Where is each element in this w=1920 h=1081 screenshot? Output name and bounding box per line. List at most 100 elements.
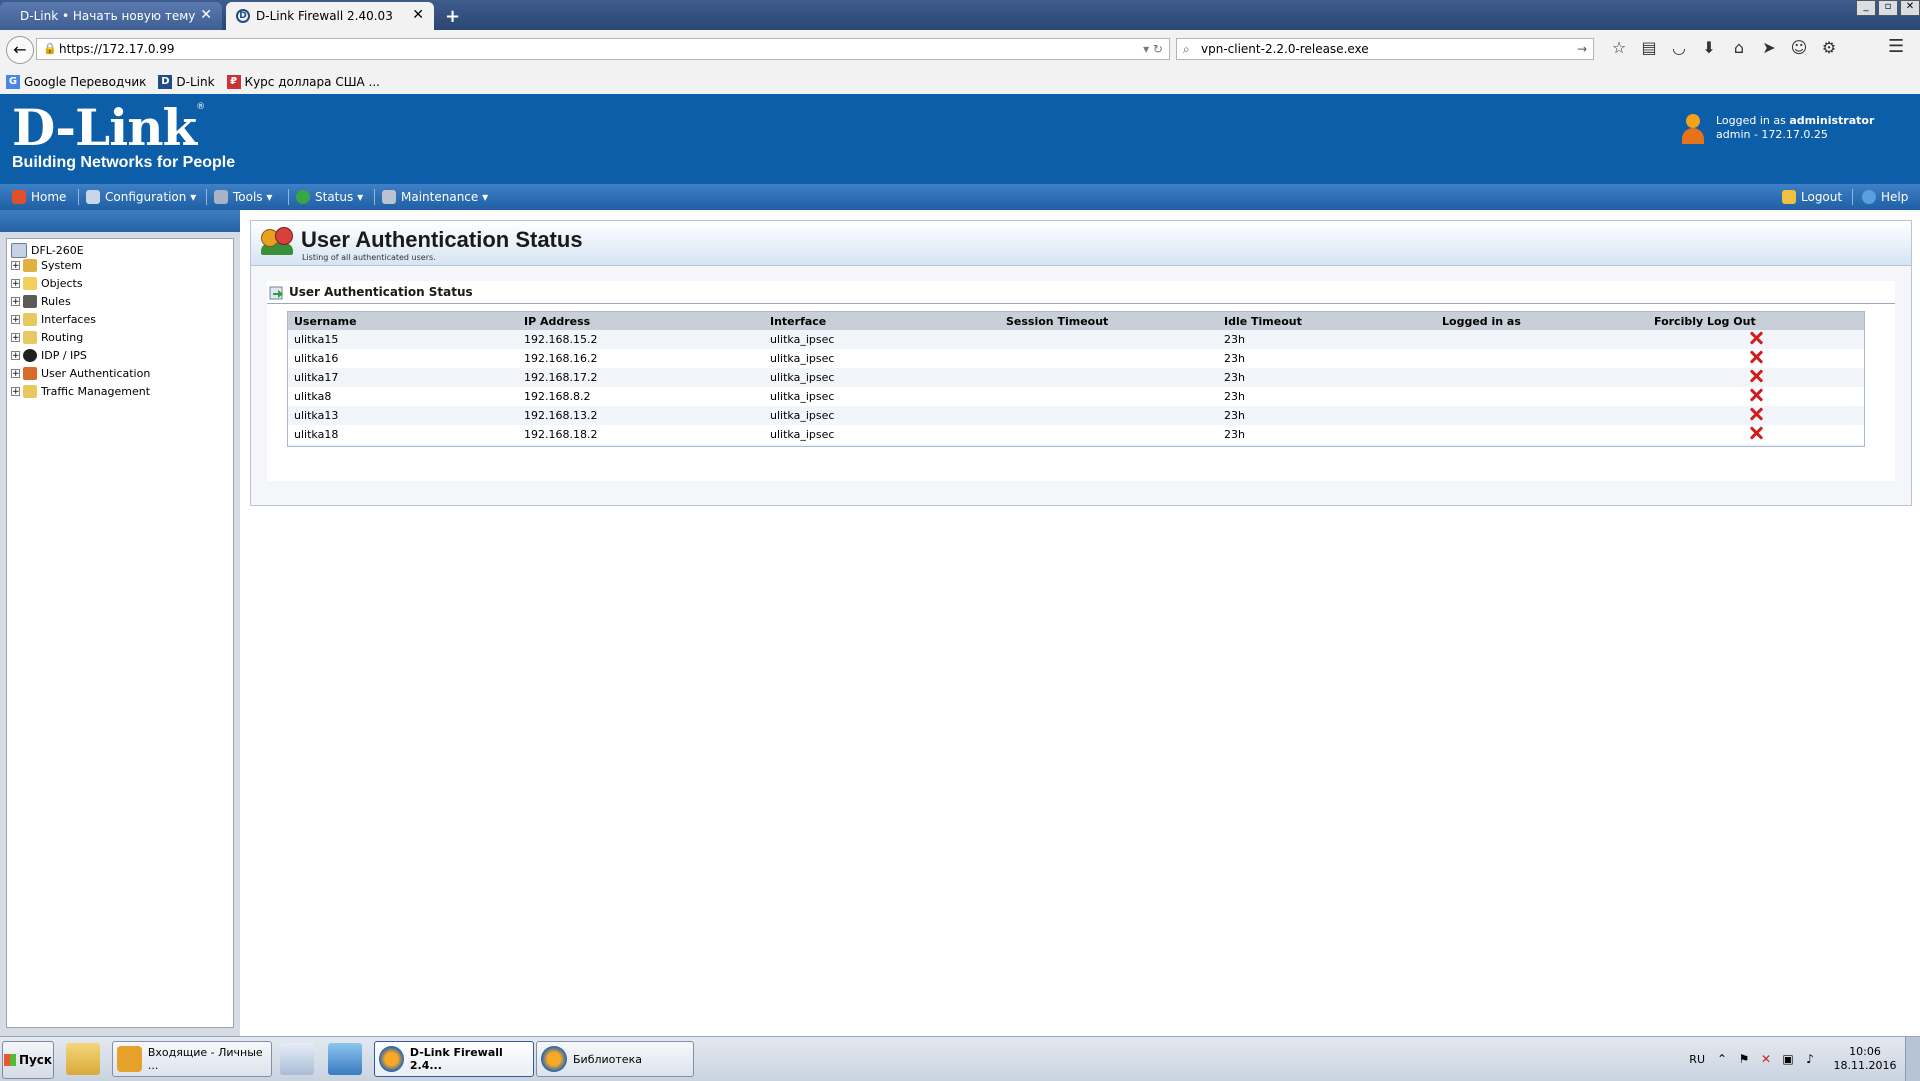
column-header[interactable]: Forcibly Log Out [1648, 312, 1864, 330]
logo-tagline: Building Networks for People [12, 154, 236, 171]
search-go-icon[interactable]: → [1577, 39, 1587, 59]
force-logout-icon[interactable] [1748, 349, 1764, 365]
expand-icon[interactable]: + [11, 369, 20, 379]
expand-icon[interactable]: + [11, 387, 20, 397]
new-tab-button[interactable]: + [445, 6, 460, 27]
expand-icon[interactable]: + [11, 315, 20, 325]
expand-icon[interactable]: + [11, 351, 20, 361]
force-logout-icon[interactable] [1748, 425, 1764, 441]
menu-logout[interactable]: Logout [1782, 184, 1842, 210]
network-icon[interactable]: ▣ [1781, 1052, 1795, 1066]
expand-icon[interactable]: + [11, 297, 20, 307]
task-library[interactable]: Библиотека [536, 1041, 694, 1077]
flag-icon[interactable]: ⚑ [1737, 1052, 1751, 1066]
tray-expand-icon[interactable]: ⌃ [1715, 1052, 1729, 1066]
remote-desktop-icon[interactable] [328, 1043, 362, 1075]
cell-ip: 192.168.17.2 [518, 368, 764, 387]
tab-dlink-firewall[interactable]: D D-Link Firewall 2.40.03 ✕ [226, 2, 434, 30]
language-indicator[interactable]: RU [1689, 1053, 1705, 1066]
dlink-icon: D [158, 75, 173, 89]
force-logout-icon[interactable] [1748, 387, 1764, 403]
tree-item-routing[interactable]: + Routing [11, 331, 83, 344]
bookmark-google-translate[interactable]: G Google Переводчик [6, 75, 146, 89]
bookmarks-bar: G Google Переводчик D D-Link ₽ Курс долл… [0, 70, 1920, 95]
minimize-button[interactable]: _ [1856, 0, 1876, 16]
tree-item-idp-ips[interactable]: + IDP / IPS [11, 349, 87, 362]
expand-icon[interactable]: + [11, 279, 20, 289]
column-header[interactable]: IP Address [518, 312, 764, 330]
task-dlink-firewall[interactable]: D-Link Firewall 2.4... [374, 1041, 534, 1077]
cell-ip: 192.168.8.2 [518, 387, 764, 406]
table-row: ulitka17 192.168.17.2 ulitka_ipsec 23h [288, 368, 1864, 387]
start-button[interactable]: Пуск [2, 1041, 54, 1079]
force-logout-icon[interactable] [1748, 330, 1764, 346]
lock-icon: 🔒 [43, 42, 57, 55]
menu-status[interactable]: Status ▾ [296, 184, 363, 210]
calculator-icon[interactable] [280, 1043, 314, 1075]
send-icon[interactable]: ➤ [1754, 38, 1784, 57]
chevron-down-icon: ▾ [357, 190, 364, 204]
force-logout-icon[interactable] [1748, 368, 1764, 384]
login-line: Logged in as administrator [1716, 114, 1875, 127]
bookmark-dlink[interactable]: D D-Link [158, 75, 215, 89]
tree-item-interfaces[interactable]: + Interfaces [11, 313, 96, 326]
configuration-icon [86, 190, 100, 204]
cell-force-logout [1648, 425, 1864, 444]
close-window-button[interactable]: ✕ [1900, 0, 1920, 16]
cell-session-timeout [1000, 349, 1218, 368]
menu-tools[interactable]: Tools ▾ [214, 184, 272, 210]
column-header[interactable]: Interface [764, 312, 1000, 330]
antivirus-icon[interactable]: ✕ [1759, 1052, 1773, 1066]
tree-item-traffic-management[interactable]: + Traffic Management [11, 385, 150, 398]
tree-item-user-authentication[interactable]: + User Authentication [11, 367, 150, 380]
traffic-icon [23, 385, 37, 398]
back-button[interactable]: ← [6, 36, 34, 64]
interfaces-icon [23, 313, 37, 326]
reload-icon[interactable]: ▾ ↻ [1143, 39, 1163, 59]
column-header[interactable]: Session Timeout [1000, 312, 1218, 330]
addon-icon[interactable]: ⚙ [1814, 38, 1844, 57]
search-input[interactable]: ⌕ vpn-client-2.2.0-release.exe → [1176, 38, 1594, 60]
home-icon[interactable]: ⌂ [1724, 38, 1754, 57]
url-bar[interactable]: 🔒 https://172.17.0.99 ▾ ↻ [36, 38, 1170, 60]
auth-status-table-wrap: Username IP Address Interface Session Ti… [287, 311, 1865, 447]
explorer-icon[interactable] [66, 1043, 100, 1075]
users-icon [23, 367, 37, 380]
show-desktop-button[interactable] [1905, 1037, 1920, 1081]
status-icon [296, 190, 310, 204]
cell-force-logout [1648, 387, 1864, 406]
menu-configuration[interactable]: Configuration ▾ [86, 184, 196, 210]
folder-icon [23, 277, 37, 290]
users-icon [261, 227, 293, 257]
cell-ip: 192.168.13.2 [518, 406, 764, 425]
force-logout-icon[interactable] [1748, 406, 1764, 422]
column-header[interactable]: Logged in as [1436, 312, 1648, 330]
download-icon[interactable]: ⬇ [1694, 38, 1724, 57]
chat-icon[interactable]: ☺ [1784, 38, 1814, 57]
cell-logged-in-as [1436, 349, 1648, 368]
reading-list-icon[interactable]: ▤ [1634, 38, 1664, 57]
task-outlook[interactable]: Входящие - Личные ... [112, 1041, 272, 1077]
column-header[interactable]: Idle Timeout [1218, 312, 1436, 330]
tree-item-rules[interactable]: + Rules [11, 295, 71, 308]
cell-interface: ulitka_ipsec [764, 349, 1000, 368]
tab-close-icon[interactable]: ✕ [200, 7, 212, 23]
menu-home[interactable]: Home [12, 184, 66, 210]
menu-maintenance[interactable]: Maintenance ▾ [382, 184, 488, 210]
column-header[interactable]: Username [288, 312, 518, 330]
bookmark-star-icon[interactable]: ☆ [1604, 38, 1634, 57]
clock[interactable]: 10:06 18.11.2016 [1825, 1045, 1905, 1073]
tree-root[interactable]: DFL-260E [11, 243, 84, 258]
tab-close-icon[interactable]: ✕ [412, 7, 424, 23]
expand-icon[interactable]: + [11, 333, 20, 343]
menu-icon[interactable]: ☰ [1888, 36, 1904, 57]
restore-button[interactable]: ▫ [1878, 0, 1898, 16]
pocket-icon[interactable]: ◡ [1664, 38, 1694, 57]
tree-item-system[interactable]: + System [11, 259, 82, 272]
tab-dlink-forum[interactable]: D-Link • Начать новую тему ✕ [0, 2, 222, 30]
expand-icon[interactable]: + [11, 261, 20, 271]
tree-item-objects[interactable]: + Objects [11, 277, 83, 290]
volume-icon[interactable]: ♪ [1803, 1052, 1817, 1066]
bookmark-usd-rate[interactable]: ₽ Курс доллара США ... [226, 75, 380, 89]
menu-help[interactable]: Help [1862, 184, 1908, 210]
